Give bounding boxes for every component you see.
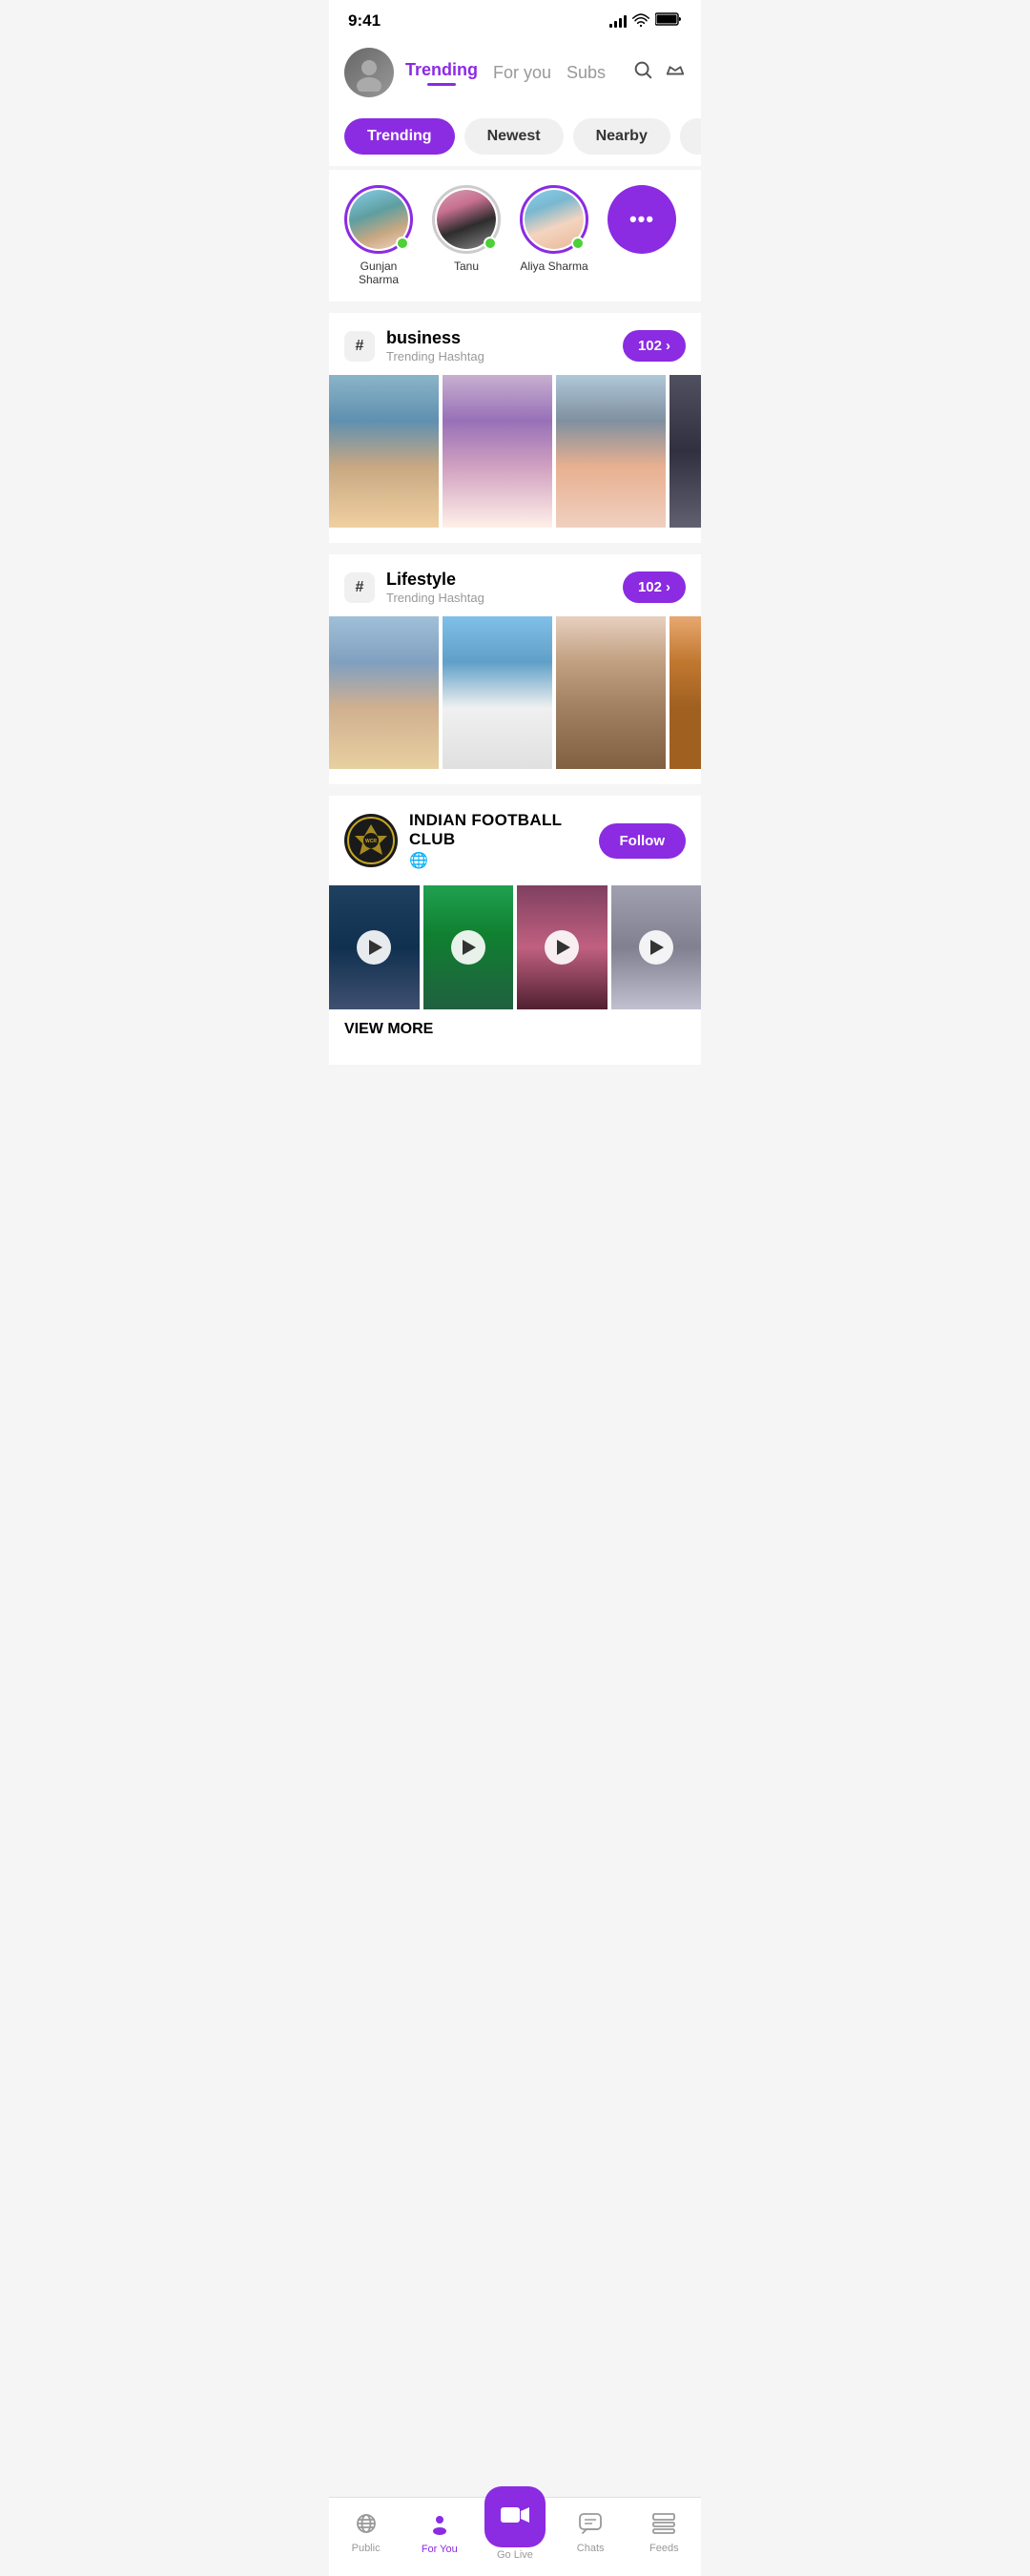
business-title-group: business Trending Hashtag xyxy=(386,328,623,364)
story-avatar-wrapper-tanu xyxy=(432,185,501,254)
battery-icon xyxy=(655,12,682,31)
lifestyle-subtitle: Trending Hashtag xyxy=(386,591,623,605)
story-online-dot-tanu xyxy=(484,237,497,250)
nav-trending-underline xyxy=(427,83,456,86)
business-count-btn[interactable]: 102 › xyxy=(623,330,686,362)
club-globe-icon: 🌐 xyxy=(409,851,587,870)
story-avatar-wrapper-aliya xyxy=(520,185,588,254)
story-item-tanu[interactable]: Tanu xyxy=(432,185,501,286)
chats-icon xyxy=(579,2513,602,2540)
club-header: WCR INDIAN FOOTBALL CLUB 🌐 Follow xyxy=(329,796,701,885)
story-name-gunjan: Gunjan Sharma xyxy=(344,260,413,286)
play-btn-4[interactable] xyxy=(639,930,673,965)
go-live-button[interactable] xyxy=(484,2486,546,2547)
nav-chats[interactable]: Chats xyxy=(562,2513,619,2554)
business-subtitle: Trending Hashtag xyxy=(386,349,623,364)
story-more-btn: ••• xyxy=(608,185,676,254)
crown-icon[interactable] xyxy=(665,59,686,86)
business-title: business xyxy=(386,328,623,348)
business-grid-image-2[interactable] xyxy=(443,375,552,528)
nav-trending[interactable]: Trending xyxy=(405,60,478,86)
business-grid-image-4[interactable] xyxy=(670,375,701,528)
club-name: INDIAN FOOTBALL CLUB xyxy=(409,811,587,849)
follow-button[interactable]: Follow xyxy=(599,823,687,859)
filter-newest[interactable]: Newest xyxy=(464,118,564,155)
view-more-label[interactable]: VIEW MORE xyxy=(329,1009,701,1049)
lifestyle-section-header: # Lifestyle Trending Hashtag 102 › xyxy=(329,554,701,613)
club-info: INDIAN FOOTBALL CLUB 🌐 xyxy=(409,811,587,870)
filter-tabs: Trending Newest Nearby xyxy=(329,107,701,166)
lifestyle-grid-image-3[interactable] xyxy=(556,616,666,769)
foryou-label: For You xyxy=(422,2544,458,2555)
lifestyle-section: # Lifestyle Trending Hashtag 102 › xyxy=(329,554,701,784)
wifi-icon xyxy=(632,13,649,30)
go-live-nav: Go Live xyxy=(484,2505,546,2561)
nav-subs-label[interactable]: Subs xyxy=(566,63,606,83)
club-logo: WCR xyxy=(344,814,398,867)
story-online-dot-aliya xyxy=(571,237,585,250)
story-item-more[interactable]: ••• xyxy=(608,185,676,286)
business-image-grid xyxy=(329,371,701,543)
signal-icon xyxy=(609,14,627,28)
go-live-camera-icon xyxy=(501,2503,529,2532)
play-btn-3[interactable] xyxy=(545,930,579,965)
nav-foryou-label[interactable]: For you xyxy=(493,63,551,83)
business-grid-image-1[interactable] xyxy=(329,375,439,528)
lifestyle-title-group: Lifestyle Trending Hashtag xyxy=(386,570,623,605)
user-avatar-img xyxy=(350,53,388,92)
lifestyle-grid-image-2[interactable] xyxy=(443,616,552,769)
search-icon[interactable] xyxy=(632,59,653,86)
club-video-4[interactable] xyxy=(611,885,702,1009)
header: Trending For you Subs xyxy=(329,38,701,107)
feeds-label: Feeds xyxy=(649,2543,679,2554)
status-bar: 9:41 xyxy=(329,0,701,38)
club-video-1[interactable] xyxy=(329,885,420,1009)
club-video-grid xyxy=(329,885,701,1009)
lifestyle-image-grid xyxy=(329,613,701,784)
play-btn-1[interactable] xyxy=(357,930,391,965)
bottom-nav: Public For You Go Live xyxy=(329,2497,701,2576)
public-label: Public xyxy=(352,2543,381,2554)
foryou-icon xyxy=(428,2512,451,2541)
play-btn-2[interactable] xyxy=(451,930,485,965)
nav-public[interactable]: Public xyxy=(338,2513,395,2554)
club-video-3[interactable] xyxy=(517,885,608,1009)
story-name-tanu: Tanu xyxy=(454,260,479,273)
lifestyle-count-btn[interactable]: 102 › xyxy=(623,571,686,603)
story-online-dot-gunjan xyxy=(396,237,409,250)
business-grid-image-3[interactable] xyxy=(556,375,666,528)
header-actions xyxy=(632,59,686,86)
lifestyle-title: Lifestyle xyxy=(386,570,623,590)
club-section: WCR INDIAN FOOTBALL CLUB 🌐 Follow xyxy=(329,796,701,1065)
story-item-gunjan[interactable]: Gunjan Sharma xyxy=(344,185,413,286)
filter-trending[interactable]: Trending xyxy=(344,118,455,155)
business-section-header: # business Trending Hashtag 102 › xyxy=(329,313,701,371)
business-hash-icon: # xyxy=(344,331,375,362)
user-avatar[interactable] xyxy=(344,48,394,97)
status-icons xyxy=(609,12,682,31)
lifestyle-grid-image-4[interactable] xyxy=(670,616,701,769)
filter-more[interactable] xyxy=(680,118,701,155)
story-name-aliya: Aliya Sharma xyxy=(520,260,587,273)
club-video-2[interactable] xyxy=(423,885,514,1009)
story-item-aliya[interactable]: Aliya Sharma xyxy=(520,185,588,286)
svg-text:WCR: WCR xyxy=(365,839,377,844)
chats-label: Chats xyxy=(577,2543,605,2554)
filter-nearby[interactable]: Nearby xyxy=(573,118,670,155)
status-time: 9:41 xyxy=(348,11,381,31)
business-section: # business Trending Hashtag 102 › xyxy=(329,313,701,543)
lifestyle-grid-image-1[interactable] xyxy=(329,616,439,769)
nav-foryou[interactable]: For You xyxy=(411,2512,468,2555)
nav-feeds[interactable]: Feeds xyxy=(635,2513,692,2554)
go-live-label: Go Live xyxy=(497,2549,533,2561)
club-logo-svg: WCR xyxy=(347,817,395,864)
nav-trending-label: Trending xyxy=(405,60,478,80)
public-icon xyxy=(354,2513,379,2540)
stories-row: Gunjan Sharma Tanu Aliya Sharma •• xyxy=(329,170,701,301)
lifestyle-hash-icon: # xyxy=(344,572,375,603)
header-nav: Trending For you Subs xyxy=(405,60,621,86)
feeds-icon xyxy=(652,2513,675,2540)
story-avatar-wrapper-gunjan xyxy=(344,185,413,254)
